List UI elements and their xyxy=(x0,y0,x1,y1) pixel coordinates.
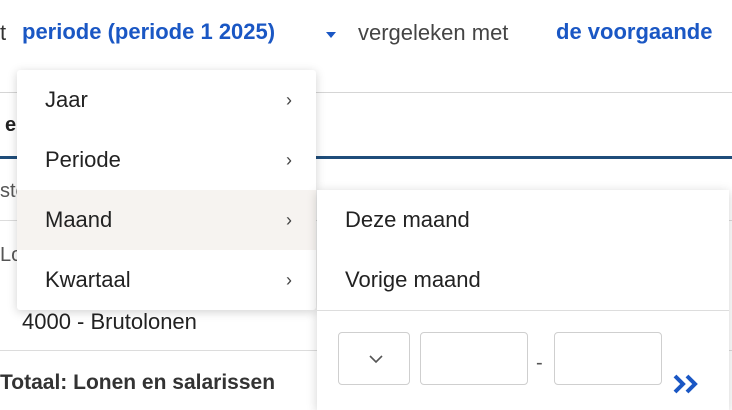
period-dropdown-link[interactable]: periode (periode 1 2025) xyxy=(22,19,275,45)
menu-item-jaar[interactable]: Jaar › xyxy=(17,70,316,130)
menu-item-periode[interactable]: Periode › xyxy=(17,130,316,190)
range-separator: - xyxy=(536,352,543,374)
compare-label: vergeleken met xyxy=(358,20,509,45)
period-selector-bar: t periode (periode 1 2025) vergeleken me… xyxy=(0,0,732,66)
divider xyxy=(317,310,729,311)
chevron-down-icon xyxy=(369,355,383,364)
account-row[interactable]: 4000 - Brutolonen xyxy=(22,309,197,335)
to-month-input[interactable] xyxy=(554,332,662,385)
menu-item-label: Maand xyxy=(45,207,113,232)
apply-range-button[interactable] xyxy=(672,373,702,400)
chevron-right-icon: › xyxy=(286,210,292,230)
comparison-dropdown-link[interactable]: de voorgaande xyxy=(556,19,712,45)
submenu-item-previous-month[interactable]: Vorige maand xyxy=(317,250,729,310)
chevron-right-icon: › xyxy=(286,270,292,290)
chevron-right-icon: › xyxy=(286,90,292,110)
header-left-fragment: t xyxy=(0,20,7,45)
report-column-header: e xyxy=(5,114,17,136)
menu-item-maand[interactable]: Maand › xyxy=(17,190,316,250)
year-select[interactable] xyxy=(338,332,410,385)
menu-item-kwartaal[interactable]: Kwartaal › xyxy=(17,250,316,310)
from-month-input[interactable] xyxy=(420,332,528,385)
total-row: Totaal: Lonen en salarissen xyxy=(0,371,276,394)
menu-item-label: Kwartaal xyxy=(45,267,131,292)
menu-item-label: Periode xyxy=(45,147,121,172)
caret-down-icon[interactable] xyxy=(326,32,336,38)
month-submenu: Deze maand Vorige maand - xyxy=(317,190,729,410)
chevron-right-icon: › xyxy=(286,150,292,170)
submenu-item-this-month[interactable]: Deze maand xyxy=(317,190,729,250)
double-chevron-right-icon xyxy=(673,374,698,394)
menu-item-label: Jaar xyxy=(45,87,88,112)
period-type-menu: Jaar › Periode › Maand › Kwartaal › xyxy=(17,70,316,310)
